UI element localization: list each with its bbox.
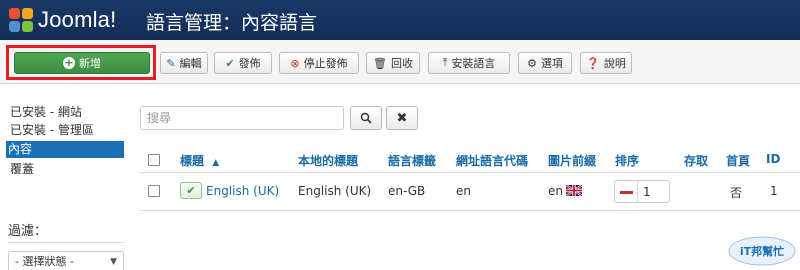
row-image-prefix: en [548, 184, 563, 198]
svg-text:iT邦幫忙: iT邦幫忙 [740, 244, 784, 258]
column-header-ordering[interactable]: 排序 [615, 152, 639, 169]
ordering-divider [637, 181, 638, 202]
column-title-label: 標題 [180, 154, 205, 168]
options-button[interactable]: ⚙ 選項 [518, 52, 572, 74]
edit-icon: ✎ [166, 56, 176, 70]
sidebar-item-overrides[interactable]: 覆蓋 [8, 161, 124, 178]
page-title: 語言管理：內容語言 [146, 12, 318, 34]
row-title-link[interactable]: English (UK) [206, 184, 279, 198]
logo-text: Joomla! [38, 7, 117, 32]
table-header-divider [140, 172, 800, 173]
check-icon: ✔ [225, 56, 235, 70]
trash-button[interactable]: 🗑 回收 [366, 52, 420, 74]
ithome-watermark-logo: iT邦幫忙 [728, 236, 796, 266]
joomla-logo[interactable]: Joomla! [8, 7, 116, 33]
unpublish-icon: ⊗ [290, 56, 300, 70]
publish-button[interactable]: ✔ 發佈 [214, 52, 272, 74]
unpublish-button-label: 停止發佈 [303, 57, 348, 70]
row-checkbox[interactable] [148, 185, 160, 197]
column-header-native-title[interactable]: 本地的標題 [298, 152, 358, 169]
chevron-down-icon: ▼ [110, 257, 117, 267]
column-header-home[interactable]: 首頁 [726, 152, 750, 169]
column-header-id[interactable]: ID [766, 152, 780, 166]
row-lang-tag: en-GB [388, 184, 426, 198]
column-header-lang-tag[interactable]: 語言標籤 [388, 152, 436, 169]
search-icon [360, 112, 372, 124]
trash-icon: 🗑 [373, 56, 387, 70]
search-button[interactable] [350, 106, 382, 130]
new-button[interactable]: + 新增 [14, 52, 150, 74]
uk-flag-icon [566, 185, 582, 196]
row-home[interactable]: 否 [730, 184, 742, 201]
help-icon: ❓ [586, 56, 600, 70]
status-filter-value: - 選擇狀態 - [15, 255, 74, 268]
search-input[interactable]: 搜尋 [140, 106, 344, 130]
help-button[interactable]: ❓ 說明 [580, 52, 632, 74]
edit-button[interactable]: ✎ 編輯 [160, 52, 208, 74]
column-header-access[interactable]: 存取 [684, 152, 708, 169]
status-filter-select[interactable]: - 選擇狀態 - ▼ [8, 251, 124, 270]
sidebar-item-installed-site[interactable]: 已安裝 - 網站 [8, 104, 124, 121]
unpublish-button[interactable]: ⊗ 停止發佈 [279, 52, 359, 74]
new-button-label: 新增 [79, 57, 101, 70]
sort-ascending-icon: ▲ [212, 158, 220, 168]
gear-icon: ⚙ [527, 56, 537, 70]
filter-divider [8, 242, 124, 243]
options-button-label: 選項 [540, 57, 563, 70]
column-header-url-code[interactable]: 網址語言代碼 [456, 152, 528, 169]
column-header-image-prefix[interactable]: 圖片前綴 [548, 152, 596, 169]
install-language-button[interactable]: ⤒ 安裝語言 [428, 52, 510, 74]
row-id: 1 [770, 184, 778, 198]
ordering-value[interactable]: 1 [643, 185, 651, 199]
clear-icon: ✖ [396, 110, 408, 126]
publish-button-label: 發佈 [238, 57, 261, 70]
edit-button-label: 編輯 [179, 57, 202, 70]
select-all-checkbox[interactable] [148, 154, 160, 166]
column-header-title[interactable]: 標題 ▲ [180, 152, 219, 169]
published-toggle[interactable]: ✔ [180, 182, 202, 199]
check-icon: ✔ [186, 184, 196, 197]
ordering-control[interactable]: 1 [614, 180, 670, 203]
trash-button-label: 回收 [390, 57, 413, 70]
sidebar-item-installed-admin[interactable]: 已安裝 - 管理區 [8, 122, 124, 139]
joomla-logo-icon [8, 7, 34, 33]
clear-button[interactable]: ✖ [386, 106, 418, 130]
row-native-title: English (UK) [298, 184, 372, 198]
table-row-divider [140, 210, 800, 211]
plus-circle-icon: + [63, 56, 75, 69]
toolbar: + 新增 ✎ 編輯 ✔ 發佈 ⊗ 停止發佈 🗑 回收 ⤒ 安裝語言 ⚙ 選項 ❓… [0, 40, 800, 84]
help-button-label: 說明 [603, 57, 626, 70]
filter-title: 過濾： [8, 224, 48, 239]
ordering-handle-icon [620, 191, 633, 194]
row-url-code: en [456, 184, 471, 198]
upload-icon: ⤒ [442, 56, 448, 69]
app-header: Joomla! 語言管理：內容語言 [0, 0, 800, 40]
install-language-button-label: 安裝語言 [451, 57, 496, 70]
sidebar-item-content[interactable]: 內容 [6, 141, 124, 158]
